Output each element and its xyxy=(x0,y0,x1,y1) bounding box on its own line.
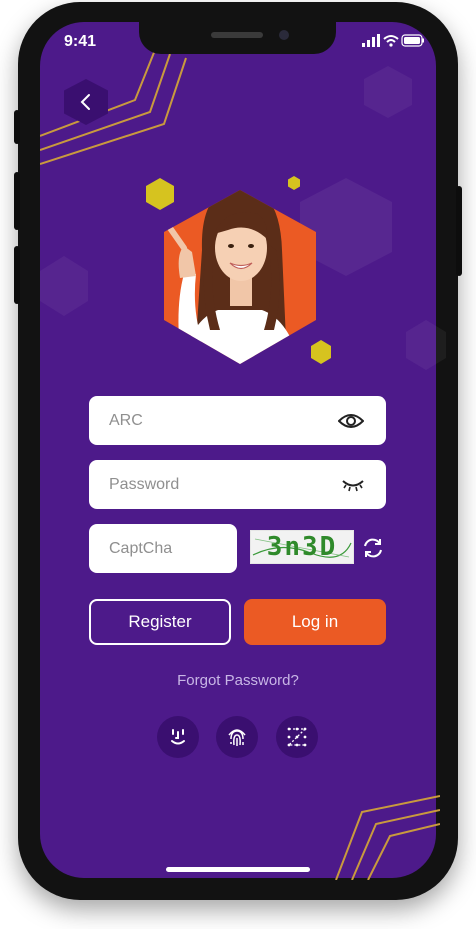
yellow-hexagon xyxy=(288,176,300,190)
arc-input[interactable]: ARC xyxy=(89,396,386,445)
background-hexagon xyxy=(364,66,412,118)
forgot-password-link[interactable]: Forgot Password? xyxy=(0,672,476,689)
pattern-unlock-button[interactable] xyxy=(276,716,318,758)
front-camera xyxy=(279,30,289,40)
hero-portrait xyxy=(146,176,331,364)
person-illustration xyxy=(167,190,302,364)
eye-icon[interactable] xyxy=(338,412,364,430)
eye-closed-icon[interactable] xyxy=(342,478,364,492)
speaker xyxy=(211,32,263,38)
fingerprint-button[interactable] xyxy=(216,716,258,758)
battery-icon xyxy=(401,34,424,47)
volume-down-button xyxy=(14,246,20,304)
background-hexagon xyxy=(406,320,446,370)
pattern-icon xyxy=(287,727,307,747)
status-time: 9:41 xyxy=(64,33,97,50)
face-id-button[interactable] xyxy=(157,716,199,758)
captcha-code: 3n3D xyxy=(266,532,338,562)
captcha-input[interactable]: CaptCha xyxy=(89,524,237,573)
yellow-hexagon xyxy=(311,340,331,364)
face-id-icon xyxy=(171,729,185,745)
yellow-hexagon xyxy=(146,178,174,210)
power-button xyxy=(456,186,462,276)
volume-up-button xyxy=(14,172,20,230)
status-icons xyxy=(362,34,424,47)
back-button[interactable] xyxy=(64,79,108,125)
captcha-placeholder: CaptCha xyxy=(109,539,173,557)
silent-switch xyxy=(14,110,20,144)
refresh-icon[interactable] xyxy=(361,536,385,560)
signal-icon xyxy=(362,34,380,47)
fingerprint-icon xyxy=(228,729,246,746)
login-button[interactable]: Log in xyxy=(244,599,386,645)
captcha-image: 3n3D xyxy=(250,530,354,564)
notch xyxy=(139,22,336,54)
register-button[interactable]: Register xyxy=(89,599,231,645)
wifi-icon xyxy=(383,35,399,43)
decorative-lines-bottom-right xyxy=(335,795,440,880)
background-hexagon xyxy=(40,256,88,316)
decorative-lines-top-left xyxy=(40,49,187,165)
password-input[interactable]: Password xyxy=(89,460,386,509)
home-indicator[interactable] xyxy=(166,867,310,872)
back-hexagon-shape xyxy=(64,79,108,125)
